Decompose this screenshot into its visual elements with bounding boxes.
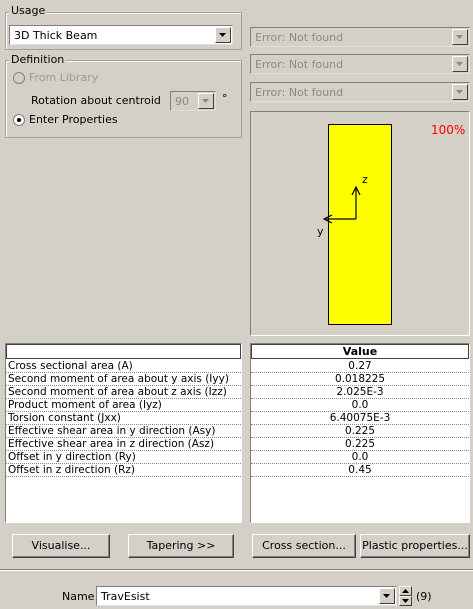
property-value-row[interactable]: 0.018225 [251,372,469,386]
usage-legend: Usage [9,4,48,17]
property-value[interactable]: 0.0 [251,398,469,412]
visualise-button[interactable]: Visualise... [12,534,110,558]
usage-dropdown-value: 3D Thick Beam [14,29,98,42]
property-value-row[interactable]: 0.225 [251,437,469,451]
properties-value-panel: Value 0.27 0.018225 2.025E-3 0.0 6.40075E-3 0… [250,343,470,523]
value-column: 0.27 0.018225 2.025E-3 0.0 6.40075E-3 0.225 0.… [251,360,469,477]
property-value[interactable]: 0.225 [251,424,469,438]
property-label: Second moment of area about z axis (Izz) [6,385,241,399]
property-label: Offset in z direction (Rz) [6,463,241,477]
property-row[interactable]: Second moment of area about y axis (Iyy) [6,372,241,386]
property-row[interactable]: Offset in y direction (Ry) [6,450,241,464]
enter-properties-label: Enter Properties [29,113,118,126]
property-value[interactable]: 0.45 [251,463,469,477]
spin-up-button[interactable] [399,586,412,596]
property-value-row[interactable]: 6.40075E-3 [251,411,469,425]
property-value[interactable]: 0.27 [251,360,469,373]
label-column-header [6,344,241,359]
tapering-button[interactable]: Tapering >> [128,534,234,558]
rotation-unit: ° [222,92,228,105]
values-table: 0.27 0.018225 2.025E-3 0.0 6.40075E-3 0.225 0.… [251,360,469,477]
plastic-properties-button[interactable]: Plastic properties... [360,534,470,558]
property-label: Torsion constant (Jxx) [6,411,241,425]
property-value[interactable]: 6.40075E-3 [251,411,469,425]
axis-y-label: y [317,225,324,238]
label-column: Cross sectional area (A) Second moment of… [6,360,241,477]
spin-down-button[interactable] [399,596,412,606]
property-label: Offset in y direction (Ry) [6,450,241,464]
right-dropdown-1-value: Error: Not found [255,31,344,44]
property-value-row[interactable]: 0.27 [251,360,469,373]
property-value-row[interactable]: 0.0 [251,398,469,412]
rotation-dropdown[interactable]: 90 [170,91,216,111]
labels-table: Cross sectional area (A) Second moment of… [6,360,241,477]
chevron-down-icon[interactable] [452,84,468,100]
rotation-label: Rotation about centroid [31,94,161,107]
from-library-radio[interactable] [13,72,25,84]
property-label: Product moment of area (Iyz) [6,398,241,412]
property-row[interactable]: Effective shear area in z direction (Asz… [6,437,241,451]
property-value[interactable]: 0.018225 [251,372,469,386]
property-value[interactable]: 0.0 [251,450,469,464]
property-row[interactable]: Product moment of area (Iyz) [6,398,241,412]
property-value[interactable]: 0.225 [251,437,469,451]
name-spinner[interactable] [399,586,412,606]
radio-selected-dot [17,118,21,122]
from-library-label: From Library [29,71,99,84]
right-dropdown-2-value: Error: Not found [255,58,344,71]
right-dropdown-1[interactable]: Error: Not found [250,27,470,47]
property-label: Effective shear area in y direction (Asy… [6,424,241,438]
rotation-value: 90 [175,95,189,108]
properties-label-panel: Cross sectional area (A) Second moment of… [5,343,242,523]
property-value-row[interactable]: 2.025E-3 [251,385,469,399]
zoom-label: 100% [431,123,466,137]
property-value-row[interactable]: 0.45 [251,463,469,477]
axis-z-label: z [362,173,368,186]
property-label: Cross sectional area (A) [6,360,241,373]
property-label: Second moment of area about y axis (Iyy) [6,372,241,386]
record-count: (9) [416,590,432,603]
property-row[interactable]: Effective shear area in y direction (Asy… [6,424,241,438]
property-row[interactable]: Cross sectional area (A) [6,360,241,373]
property-label: Effective shear area in z direction (Asz… [6,437,241,451]
property-value-row[interactable]: 0.225 [251,424,469,438]
value-column-header: Value [251,344,469,359]
property-row[interactable]: Torsion constant (Jxx) [6,411,241,425]
property-row[interactable]: Offset in z direction (Rz) [6,463,241,477]
right-dropdown-2[interactable]: Error: Not found [250,54,470,74]
name-value: TravEsist [101,590,150,603]
chevron-down-icon[interactable] [452,56,468,72]
enter-properties-radio[interactable] [13,114,25,126]
chevron-down-icon[interactable] [198,93,214,109]
name-dropdown[interactable]: TravEsist [96,586,397,606]
property-value-row[interactable]: 0.0 [251,450,469,464]
right-dropdown-3-value: Error: Not found [255,86,344,99]
chevron-down-icon[interactable] [379,588,395,604]
chevron-down-icon[interactable] [452,29,468,45]
usage-dropdown[interactable]: 3D Thick Beam [9,25,233,45]
cross-section-button[interactable]: Cross section... [252,534,356,558]
property-value[interactable]: 2.025E-3 [251,385,469,399]
section-preview: 100% z y [250,111,470,336]
property-row[interactable]: Second moment of area about z axis (Izz) [6,385,241,399]
name-label: Name [62,590,95,603]
footer-divider [0,569,473,571]
definition-legend: Definition [9,53,67,66]
right-dropdown-3[interactable]: Error: Not found [250,82,470,102]
chevron-down-icon[interactable] [215,27,231,43]
